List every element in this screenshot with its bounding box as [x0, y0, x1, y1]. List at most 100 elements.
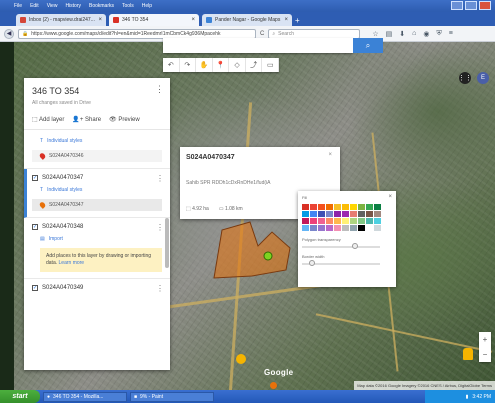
close-tab-icon[interactable]: × [191, 17, 195, 23]
network-icon[interactable]: ▮ [466, 394, 469, 400]
color-swatch[interactable] [310, 218, 317, 224]
menu-file[interactable]: File [14, 3, 22, 9]
map-options-icon[interactable]: ⋮ [155, 84, 164, 95]
transparency-slider[interactable] [302, 243, 380, 249]
browser-search-box[interactable]: ⌕ Search [268, 28, 361, 39]
directions-icon[interactable]: ⤴ [246, 58, 263, 72]
layer-feature-item[interactable]: S024A0470347 [32, 199, 162, 211]
color-swatch[interactable] [358, 225, 365, 231]
layer-feature-item[interactable]: S024A0470346 [32, 150, 162, 162]
add-marker-icon[interactable]: 📍 [213, 58, 230, 72]
menu-view[interactable]: View [47, 3, 58, 9]
color-swatch[interactable] [302, 204, 309, 210]
tab-my-map[interactable]: 346 TO 354 × [109, 14, 199, 26]
reload-button[interactable]: C [260, 31, 264, 37]
layer-checkbox[interactable]: ✓ [32, 224, 38, 230]
color-swatch[interactable] [358, 211, 365, 217]
menu-tools[interactable]: Tools [122, 3, 134, 9]
zoom-in-button[interactable]: + [483, 335, 488, 344]
color-swatch[interactable] [342, 204, 349, 210]
layer-options-icon[interactable]: ⋮ [156, 284, 164, 293]
color-swatch[interactable] [366, 225, 373, 231]
undo-icon[interactable]: ↶ [163, 58, 180, 72]
color-swatch[interactable] [334, 225, 341, 231]
menu-edit[interactable]: Edit [30, 3, 39, 9]
color-swatch[interactable] [326, 225, 333, 231]
color-swatch[interactable] [302, 225, 309, 231]
import-link[interactable]: ▤ Import [32, 236, 162, 242]
color-swatch[interactable] [334, 204, 341, 210]
account-avatar[interactable]: E [477, 72, 489, 84]
map-search-input[interactable] [163, 38, 353, 53]
individual-styles-link[interactable]: T Individual styles [32, 187, 162, 193]
minimize-button[interactable] [451, 1, 463, 10]
zoom-out-button[interactable]: − [483, 350, 488, 359]
menu-history[interactable]: History [65, 3, 81, 9]
color-swatch[interactable] [310, 225, 317, 231]
color-swatch[interactable] [318, 218, 325, 224]
color-swatch[interactable] [326, 211, 333, 217]
color-swatch[interactable] [318, 204, 325, 210]
apps-grid-icon[interactable]: ⋮⋮ [458, 72, 472, 84]
draw-line-icon[interactable]: ◇ [229, 58, 246, 72]
color-swatch[interactable] [318, 211, 325, 217]
close-window-button[interactable] [479, 1, 491, 10]
color-swatch[interactable] [350, 218, 357, 224]
color-swatch[interactable] [342, 225, 349, 231]
close-tab-icon[interactable]: × [98, 17, 102, 23]
hand-select-icon[interactable]: ✋ [196, 58, 213, 72]
color-swatch[interactable] [342, 218, 349, 224]
map-title[interactable]: 346 TO 354 [32, 86, 162, 96]
color-swatch[interactable] [350, 225, 357, 231]
color-swatch[interactable] [334, 211, 341, 217]
border-width-slider[interactable] [302, 260, 380, 266]
layer-347[interactable]: ✓ S024A0470347 ⋮ T Individual styles S02… [24, 169, 170, 218]
color-swatch[interactable] [374, 211, 381, 217]
tab-google-maps[interactable]: Pander Nagar - Google Maps × [202, 14, 292, 26]
color-swatch[interactable] [366, 218, 373, 224]
taskbar-paint[interactable]: ■ 9% - Paint [130, 391, 214, 402]
layer-name[interactable]: S024A0470348 [42, 224, 83, 230]
layer-name[interactable]: S024A0470349 [42, 285, 83, 291]
individual-styles-link[interactable]: T Individual styles [32, 138, 162, 144]
hamburger-menu-icon[interactable]: ≡ [449, 30, 453, 38]
new-tab-button[interactable]: + [295, 16, 300, 26]
layer-name[interactable]: S024A0470347 [42, 175, 83, 181]
color-swatch[interactable] [302, 211, 309, 217]
close-icon[interactable]: × [388, 194, 392, 200]
close-icon[interactable]: × [328, 152, 332, 158]
layer-348[interactable]: ✓ S024A0470348 ⋮ ▤ Import Add places to … [24, 218, 170, 279]
layer-options-icon[interactable]: ⋮ [156, 223, 164, 232]
layer-checkbox[interactable]: ✓ [32, 285, 38, 291]
learn-more-link[interactable]: Learn more [59, 260, 85, 266]
tab-inbox[interactable]: Inbox (2) - mapview.drai247... × [16, 14, 106, 26]
home-icon[interactable]: ⌂ [412, 30, 416, 38]
color-swatch[interactable] [334, 218, 341, 224]
bookmark-star-icon[interactable]: ☆ [372, 30, 378, 38]
menu-bookmarks[interactable]: Bookmarks [89, 3, 114, 9]
panel-scrollbar[interactable] [165, 218, 169, 268]
color-swatch[interactable] [350, 211, 357, 217]
layer-349[interactable]: ✓ S024A0470349 ⋮ [24, 279, 170, 297]
color-swatch[interactable] [358, 204, 365, 210]
slider-knob[interactable] [352, 243, 359, 249]
color-swatch[interactable] [374, 218, 381, 224]
pocket-icon[interactable]: ◉ [423, 30, 429, 38]
color-swatch[interactable] [350, 204, 357, 210]
drawn-polygon[interactable] [212, 218, 292, 284]
share-button[interactable]: 👤+ Share [72, 116, 101, 123]
menu-help[interactable]: Help [142, 3, 152, 9]
layer-checkbox[interactable]: ✓ [32, 175, 38, 181]
url-bar[interactable]: 🔒 https://www.google.com/maps/d/edit?hl=… [18, 28, 256, 39]
redo-icon[interactable]: ↷ [180, 58, 197, 72]
color-swatch[interactable] [310, 211, 317, 217]
preview-button[interactable]: 👁 Preview [109, 116, 140, 123]
downloads-icon[interactable]: ⬇ [399, 30, 405, 38]
color-swatch[interactable] [310, 204, 317, 210]
measure-icon[interactable]: ▭ [262, 58, 280, 72]
color-swatch[interactable] [318, 225, 325, 231]
taskbar-firefox[interactable]: ● 346 TO 354 - Mozilla... [43, 391, 127, 402]
map-search-button[interactable]: ⌕ [353, 38, 383, 53]
layer-options-icon[interactable]: ⋮ [156, 174, 164, 183]
slider-knob[interactable] [309, 260, 316, 266]
